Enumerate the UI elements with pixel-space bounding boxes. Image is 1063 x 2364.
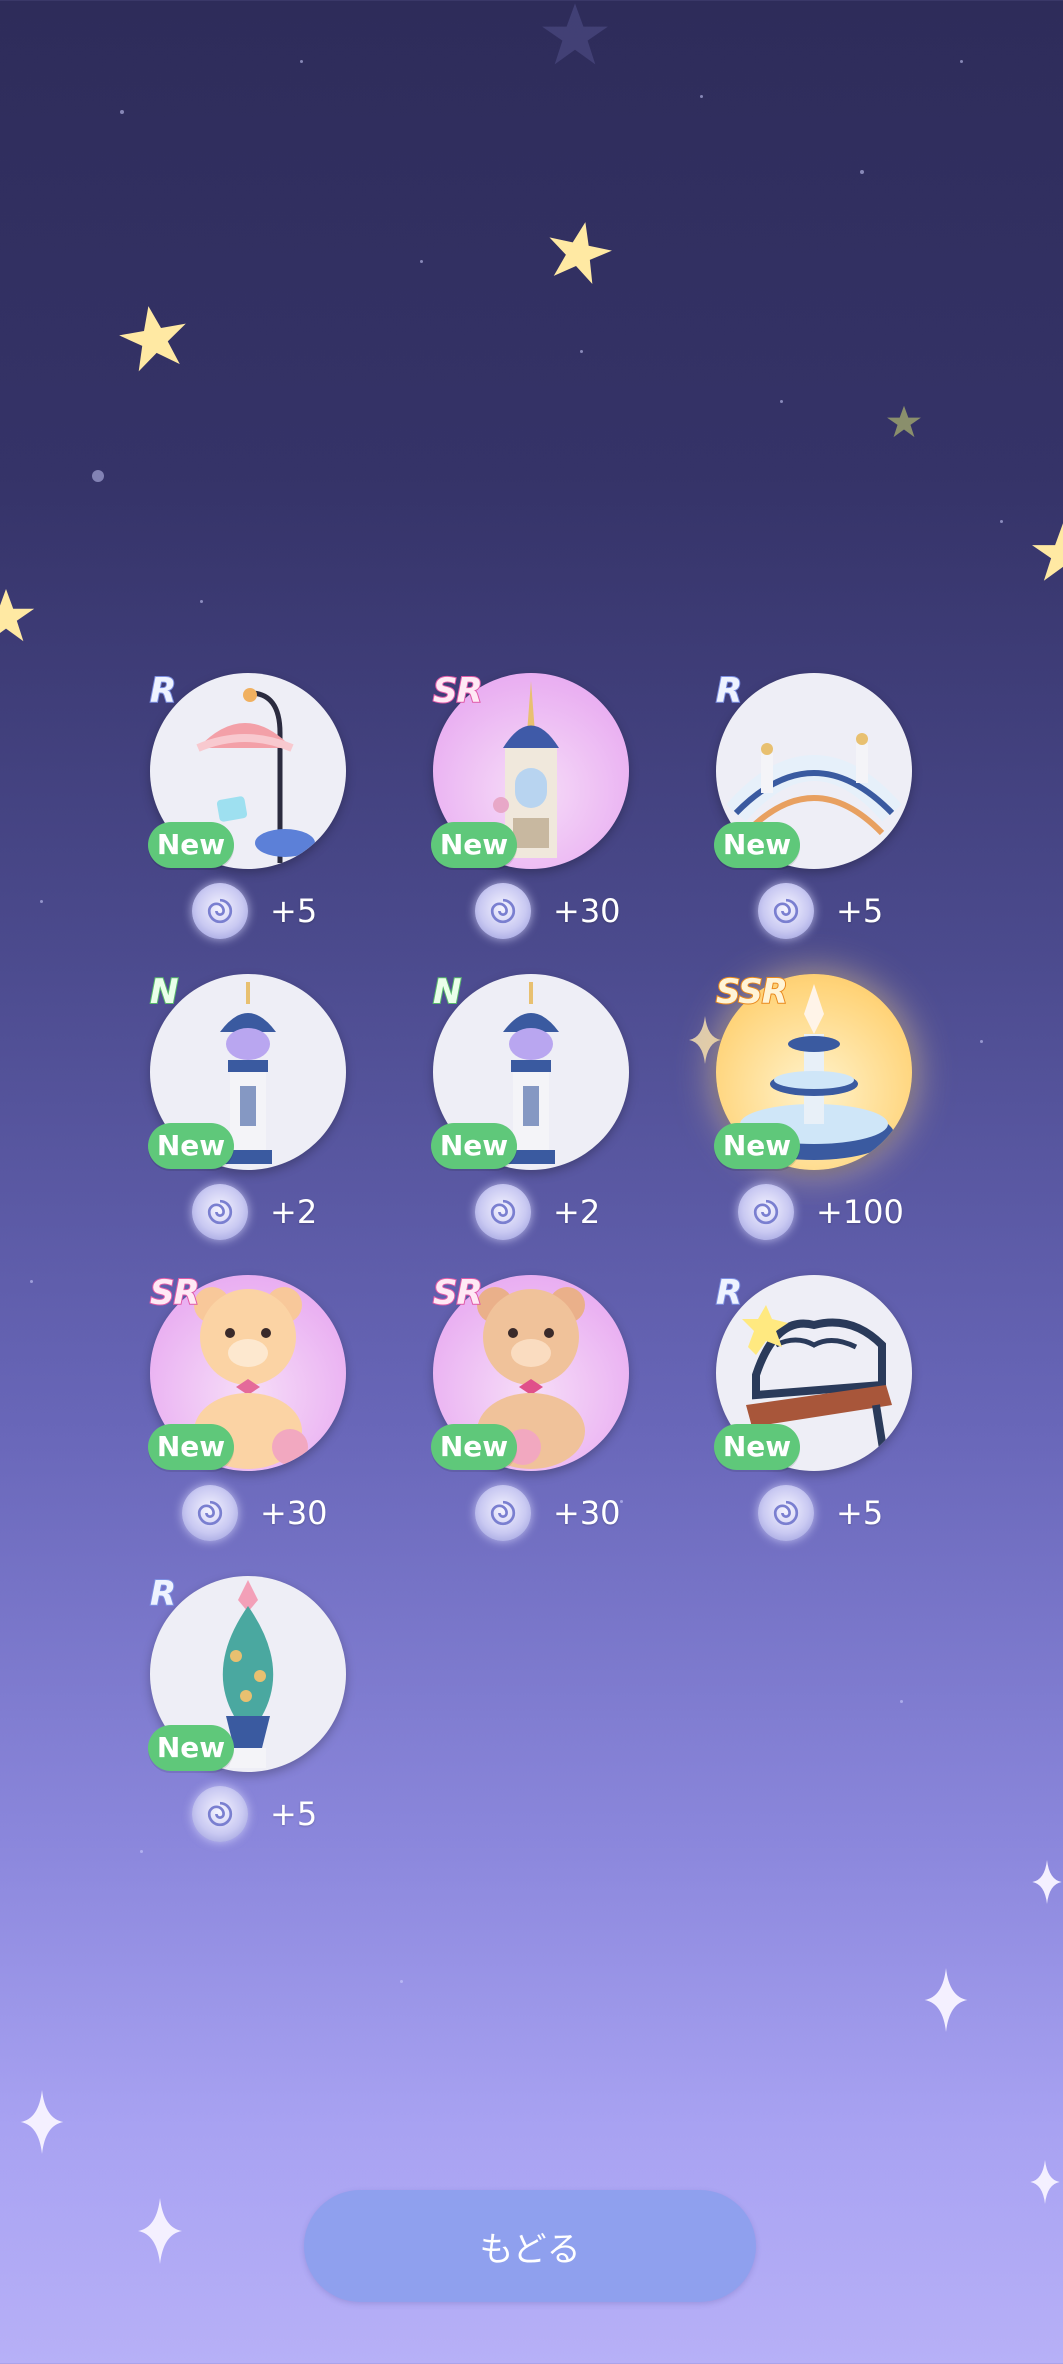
new-badge: New [714, 822, 800, 868]
reward-amount: +5 [192, 883, 317, 939]
new-badge: New [431, 822, 517, 868]
item-card[interactable]: SSR New +100 [666, 971, 926, 1274]
new-badge: New [148, 822, 234, 868]
swirl-coin-icon [475, 1184, 531, 1240]
rarity-label: N [149, 971, 180, 1013]
rarity-label: R [149, 670, 177, 712]
item-card[interactable]: SR New +30 [100, 1272, 360, 1575]
reward-value: +30 [553, 892, 621, 930]
reward-amount: +2 [475, 1184, 600, 1240]
rarity-label: R [715, 1272, 743, 1314]
new-badge: New [148, 1123, 234, 1169]
reward-value: +5 [270, 892, 318, 930]
rarity-label: SR [149, 1272, 201, 1314]
reward-value: +100 [816, 1193, 904, 1231]
reward-amount: +30 [475, 883, 621, 939]
item-card[interactable]: N New +2 [100, 971, 360, 1274]
new-badge: New [148, 1725, 234, 1771]
reward-item-grid: R New +5 SR New +30 R New +5 N New +2 N … [0, 0, 1063, 2364]
reward-value: +2 [553, 1193, 601, 1231]
rarity-label: N [432, 971, 463, 1013]
reward-amount: +100 [738, 1184, 904, 1240]
item-card[interactable]: R New +5 [666, 1272, 926, 1575]
item-card[interactable]: SR New +30 [383, 1272, 643, 1575]
reward-value: +5 [836, 892, 884, 930]
new-badge: New [148, 1424, 234, 1470]
item-card[interactable]: SR New +30 [383, 670, 643, 973]
rarity-label: R [149, 1573, 177, 1615]
rarity-label: SSR [715, 971, 789, 1013]
new-badge: New [431, 1424, 517, 1470]
rarity-label: R [715, 670, 743, 712]
swirl-coin-icon [192, 1786, 248, 1842]
reward-amount: +5 [758, 883, 883, 939]
item-card[interactable]: R New +5 [100, 1573, 360, 1876]
back-button[interactable]: もどる [304, 2190, 756, 2302]
swirl-coin-icon [758, 883, 814, 939]
item-card[interactable]: R New +5 [100, 670, 360, 973]
reward-value: +5 [270, 1795, 318, 1833]
swirl-coin-icon [738, 1184, 794, 1240]
item-card[interactable]: R New +5 [666, 670, 926, 973]
new-badge: New [714, 1424, 800, 1470]
item-card[interactable]: N New +2 [383, 971, 643, 1274]
new-badge: New [431, 1123, 517, 1169]
swirl-coin-icon [182, 1485, 238, 1541]
reward-amount: +30 [182, 1485, 328, 1541]
reward-value: +2 [270, 1193, 318, 1231]
reward-value: +5 [836, 1494, 884, 1532]
swirl-coin-icon [475, 1485, 531, 1541]
reward-value: +30 [260, 1494, 328, 1532]
reward-amount: +5 [192, 1786, 317, 1842]
swirl-coin-icon [475, 883, 531, 939]
rarity-label: SR [432, 670, 484, 712]
new-badge: New [714, 1123, 800, 1169]
rarity-label: SR [432, 1272, 484, 1314]
reward-amount: +2 [192, 1184, 317, 1240]
reward-value: +30 [553, 1494, 621, 1532]
swirl-coin-icon [192, 1184, 248, 1240]
reward-amount: +30 [475, 1485, 621, 1541]
swirl-coin-icon [758, 1485, 814, 1541]
reward-amount: +5 [758, 1485, 883, 1541]
swirl-coin-icon [192, 883, 248, 939]
